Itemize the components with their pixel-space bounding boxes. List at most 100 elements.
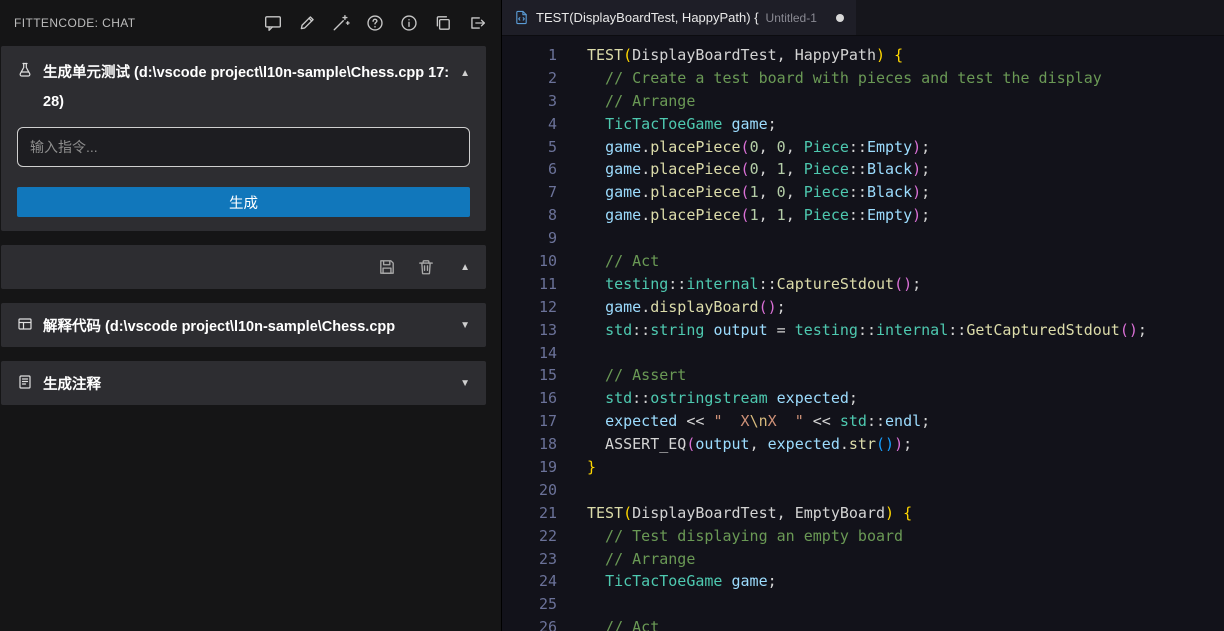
line-content: std::string output = testing::internal::… xyxy=(557,319,1147,342)
line-content: game.displayBoard(); xyxy=(557,296,786,319)
instruction-input[interactable] xyxy=(17,127,470,167)
code-line[interactable]: 24 TicTacToeGame game; xyxy=(502,570,1224,593)
line-content xyxy=(557,227,587,250)
expand-icon[interactable]: ▼ xyxy=(460,320,470,331)
magic-wand-icon[interactable] xyxy=(330,13,351,34)
app-window: FITTENCODE: CHAT xyxy=(0,0,1224,631)
export-icon[interactable] xyxy=(466,13,487,34)
code-line[interactable]: 11 testing::internal::CaptureStdout(); xyxy=(502,273,1224,296)
tab-title: TEST(DisplayBoardTest, HappyPath) { xyxy=(536,10,759,25)
collapse-result-icon[interactable]: ▲ xyxy=(460,262,470,273)
beaker-icon xyxy=(17,62,35,80)
code-line[interactable]: 2 // Create a test board with pieces and… xyxy=(502,67,1224,90)
code-line[interactable]: 18 ASSERT_EQ(output, expected.str()); xyxy=(502,433,1224,456)
line-content: TicTacToeGame game; xyxy=(557,570,777,593)
line-number: 20 xyxy=(502,479,557,502)
code-lines: 1TEST(DisplayBoardTest, HappyPath) {2 //… xyxy=(502,44,1224,631)
generate-unit-test-header[interactable]: 生成单元测试 (d:\vscode project\l10n-sample\Ch… xyxy=(1,46,486,117)
line-number: 23 xyxy=(502,548,557,571)
line-number: 16 xyxy=(502,387,557,410)
code-line[interactable]: 15 // Assert xyxy=(502,364,1224,387)
expand-icon[interactable]: ▼ xyxy=(460,378,470,389)
code-line[interactable]: 12 game.displayBoard(); xyxy=(502,296,1224,319)
trash-icon[interactable] xyxy=(415,257,436,278)
line-content: game.placePiece(0, 0, Piece::Empty); xyxy=(557,136,930,159)
cpp-file-icon xyxy=(514,10,529,25)
line-number: 4 xyxy=(502,113,557,136)
generate-comments-title: 生成注释 xyxy=(43,373,450,394)
code-line[interactable]: 17 expected << " X\nX " << std::endl; xyxy=(502,410,1224,433)
code-line[interactable]: 6 game.placePiece(0, 1, Piece::Black); xyxy=(502,158,1224,181)
line-number: 3 xyxy=(502,90,557,113)
generate-unit-test-card: 生成单元测试 (d:\vscode project\l10n-sample\Ch… xyxy=(1,46,486,231)
line-number: 22 xyxy=(502,525,557,548)
line-number: 17 xyxy=(502,410,557,433)
generate-unit-test-title: 生成单元测试 (d:\vscode project\l10n-sample\Ch… xyxy=(43,59,450,117)
line-content: // Act xyxy=(557,616,659,631)
line-content: std::ostringstream expected; xyxy=(557,387,858,410)
line-content: TEST(DisplayBoardTest, EmptyBoard) { xyxy=(557,502,912,525)
save-icon[interactable] xyxy=(376,257,397,278)
code-line[interactable]: 23 // Arrange xyxy=(502,548,1224,571)
line-content: TEST(DisplayBoardTest, HappyPath) { xyxy=(557,44,903,67)
code-line[interactable]: 9 xyxy=(502,227,1224,250)
line-number: 25 xyxy=(502,593,557,616)
code-line[interactable]: 1TEST(DisplayBoardTest, HappyPath) { xyxy=(502,44,1224,67)
line-content: // Test displaying an empty board xyxy=(557,525,903,548)
code-line[interactable]: 20 xyxy=(502,479,1224,502)
code-line[interactable]: 19} xyxy=(502,456,1224,479)
tab-bar: TEST(DisplayBoardTest, HappyPath) { Unti… xyxy=(502,0,1224,36)
code-line[interactable]: 22 // Test displaying an empty board xyxy=(502,525,1224,548)
line-content: ASSERT_EQ(output, expected.str()); xyxy=(557,433,912,456)
code-line[interactable]: 8 game.placePiece(1, 1, Piece::Empty); xyxy=(502,204,1224,227)
sidebar-toolbar xyxy=(262,13,487,34)
line-number: 21 xyxy=(502,502,557,525)
line-number: 14 xyxy=(502,342,557,365)
line-number: 15 xyxy=(502,364,557,387)
info-icon[interactable] xyxy=(398,13,419,34)
line-content: } xyxy=(557,456,596,479)
line-number: 12 xyxy=(502,296,557,319)
modified-indicator[interactable] xyxy=(836,14,844,22)
line-content: TicTacToeGame game; xyxy=(557,113,777,136)
line-number: 18 xyxy=(502,433,557,456)
fittencode-chat-sidebar: FITTENCODE: CHAT xyxy=(0,0,501,631)
line-number: 19 xyxy=(502,456,557,479)
code-line[interactable]: 3 // Arrange xyxy=(502,90,1224,113)
line-number: 26 xyxy=(502,616,557,631)
line-number: 13 xyxy=(502,319,557,342)
copy-icon[interactable] xyxy=(432,13,453,34)
line-number: 1 xyxy=(502,44,557,67)
sidebar-header: FITTENCODE: CHAT xyxy=(0,0,501,46)
code-area: 1TEST(DisplayBoardTest, HappyPath) {2 //… xyxy=(502,36,1224,631)
edit-pencil-icon[interactable] xyxy=(296,13,317,34)
line-content: game.placePiece(0, 1, Piece::Black); xyxy=(557,158,930,181)
code-line[interactable]: 13 std::string output = testing::interna… xyxy=(502,319,1224,342)
code-line[interactable]: 4 TicTacToeGame game; xyxy=(502,113,1224,136)
line-content: expected << " X\nX " << std::endl; xyxy=(557,410,930,433)
line-content: // Act xyxy=(557,250,659,273)
generate-button[interactable]: 生成 xyxy=(17,187,470,217)
line-content: // Create a test board with pieces and t… xyxy=(557,67,1102,90)
sidebar-title: FITTENCODE: CHAT xyxy=(14,16,136,30)
tab-untitled-1[interactable]: TEST(DisplayBoardTest, HappyPath) { Unti… xyxy=(502,0,856,35)
line-content: // Arrange xyxy=(557,90,695,113)
line-content: // Assert xyxy=(557,364,686,387)
help-icon[interactable] xyxy=(364,13,385,34)
comment-icon[interactable] xyxy=(262,13,283,34)
code-line[interactable]: 26 // Act xyxy=(502,616,1224,631)
code-line[interactable]: 21TEST(DisplayBoardTest, EmptyBoard) { xyxy=(502,502,1224,525)
generate-comments-card[interactable]: 生成注释 ▼ xyxy=(1,361,486,405)
code-line[interactable]: 10 // Act xyxy=(502,250,1224,273)
table-icon xyxy=(17,316,35,334)
explain-code-title: 解释代码 (d:\vscode project\l10n-sample\Ches… xyxy=(43,315,450,336)
explain-code-card[interactable]: 解释代码 (d:\vscode project\l10n-sample\Ches… xyxy=(1,303,486,347)
line-number: 7 xyxy=(502,181,557,204)
code-line[interactable]: 14 xyxy=(502,342,1224,365)
code-line[interactable]: 16 std::ostringstream expected; xyxy=(502,387,1224,410)
code-line[interactable]: 7 game.placePiece(1, 0, Piece::Black); xyxy=(502,181,1224,204)
line-number: 6 xyxy=(502,158,557,181)
collapse-icon[interactable]: ▲ xyxy=(460,59,470,88)
code-line[interactable]: 25 xyxy=(502,593,1224,616)
code-line[interactable]: 5 game.placePiece(0, 0, Piece::Empty); xyxy=(502,136,1224,159)
